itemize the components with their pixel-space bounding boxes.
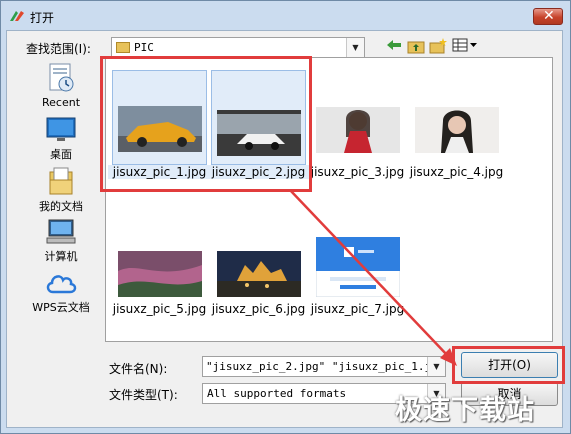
new-folder-icon[interactable]: [428, 38, 448, 56]
window-title: 打开: [30, 11, 55, 25]
place-label: 计算机: [44, 250, 78, 263]
place-wps-cloud[interactable]: WPS云文档: [26, 269, 96, 315]
recent-icon: [49, 63, 74, 92]
file-name-input[interactable]: "jisuxz_pic_2.jpg" "jisuxz_pic_1.jpg" ▼: [202, 356, 446, 377]
file-name: jisuxz_pic_3.jpg: [310, 165, 405, 179]
file-name: jisuxz_pic_4.jpg: [409, 165, 504, 179]
place-label: Recent: [41, 96, 81, 109]
file-item[interactable]: jisuxz_pic_6.jpg: [211, 207, 306, 316]
place-recent[interactable]: Recent: [26, 62, 96, 109]
place-computer[interactable]: 计算机: [26, 218, 96, 264]
thumbnail-image: [316, 237, 400, 297]
highlight-box-selection: [100, 56, 312, 192]
place-label: 桌面: [50, 148, 72, 161]
file-item[interactable]: jisuxz_pic_5.jpg: [112, 207, 207, 316]
look-in-value: PIC: [134, 41, 154, 54]
file-type-value: All supported formats: [207, 387, 347, 400]
documents-icon: [49, 167, 73, 195]
file-item[interactable]: jisuxz_pic_7.jpg: [310, 207, 405, 316]
back-icon[interactable]: [384, 38, 404, 56]
app-logo-icon: [10, 11, 24, 21]
look-in-dropdown[interactable]: PIC ▼: [111, 37, 365, 58]
places-bar: Recent 桌面 我的文档 计算机 WPS云文档: [26, 62, 96, 324]
file-item[interactable]: jisuxz_pic_4.jpg: [409, 70, 504, 179]
watermark-text: 极速下载站: [395, 395, 535, 426]
folder-icon: [116, 42, 130, 53]
file-name: jisuxz_pic_5.jpg: [112, 302, 207, 316]
file-type-label: 文件类型(T):: [109, 388, 178, 402]
place-my-documents[interactable]: 我的文档: [26, 166, 96, 214]
thumbnail-image: [316, 107, 400, 153]
desktop-icon: [46, 117, 76, 141]
computer-icon: [46, 219, 76, 244]
place-label: WPS云文档: [32, 301, 90, 314]
file-name: jisuxz_pic_6.jpg: [211, 302, 306, 316]
cloud-icon: [46, 275, 77, 294]
file-item[interactable]: jisuxz_pic_3.jpg: [310, 70, 405, 179]
chevron-down-icon[interactable]: ▼: [427, 357, 445, 376]
chevron-down-icon[interactable]: ▼: [346, 38, 364, 57]
file-name: jisuxz_pic_7.jpg: [310, 302, 405, 316]
thumbnail-image: [217, 251, 301, 297]
place-label: 我的文档: [39, 200, 83, 213]
up-folder-icon[interactable]: [406, 38, 426, 56]
close-button[interactable]: ✕: [533, 8, 563, 25]
place-desktop[interactable]: 桌面: [26, 116, 96, 162]
view-menu-icon[interactable]: [451, 38, 479, 56]
highlight-box-open-button: [452, 346, 565, 384]
title-bar[interactable]: 打开 ✕: [1, 1, 570, 31]
file-name-value: "jisuxz_pic_2.jpg" "jisuxz_pic_1.jpg": [206, 360, 446, 373]
file-name-label: 文件名(N):: [109, 362, 168, 376]
look-in-label: 查找范围(I):: [26, 42, 91, 56]
thumbnail-image: [118, 251, 202, 297]
thumbnail-image: [415, 107, 499, 153]
close-icon: ✕: [543, 8, 555, 24]
